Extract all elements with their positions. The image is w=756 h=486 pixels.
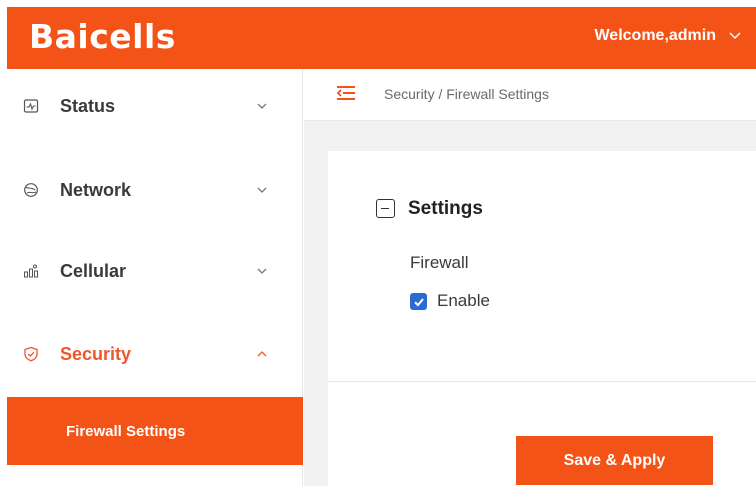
sidebar-item-label: Status	[60, 95, 116, 116]
top-header: Baicells Welcome,admin	[7, 7, 756, 69]
sidebar-item-label: Security	[60, 343, 132, 364]
user-menu[interactable]: Welcome,admin	[594, 27, 742, 45]
shield-check-icon	[23, 346, 39, 362]
breadcrumb: Security / Firewall Settings	[384, 86, 549, 102]
firewall-enable-checkbox[interactable]	[410, 293, 427, 310]
network-globe-icon	[23, 182, 39, 198]
chevron-up-icon	[257, 351, 267, 357]
chevron-down-icon	[729, 32, 741, 40]
save-apply-button[interactable]: Save & Apply	[516, 436, 713, 485]
sidebar-item-network[interactable]: Network	[7, 170, 303, 210]
chevron-down-icon	[257, 268, 267, 274]
sidebar-subitem-firewall-settings[interactable]: Firewall Settings	[7, 397, 303, 465]
status-monitor-icon	[23, 98, 39, 114]
chevron-down-icon	[257, 103, 267, 109]
cellular-tower-icon	[23, 263, 39, 279]
welcome-text: Welcome,admin	[594, 27, 716, 44]
sidebar-item-label: Network	[60, 179, 132, 200]
main-content: Security / Firewall Settings Settings Fi…	[304, 69, 756, 486]
checkmark-icon	[413, 297, 424, 306]
firewall-label: Firewall	[410, 253, 469, 272]
menu-collapse-icon[interactable]	[335, 84, 357, 102]
chevron-down-icon	[257, 187, 267, 193]
sidebar: Status Network Cellular Security Firewal…	[7, 69, 303, 486]
breadcrumb-bar: Security / Firewall Settings	[304, 69, 756, 121]
section-title: Settings	[408, 198, 483, 219]
sidebar-subitem-label: Firewall Settings	[66, 422, 186, 440]
enable-label[interactable]: Enable	[437, 291, 490, 311]
sidebar-item-status[interactable]: Status	[7, 86, 303, 126]
sidebar-item-cellular[interactable]: Cellular	[7, 251, 303, 291]
sidebar-item-security[interactable]: Security	[7, 334, 303, 374]
baicells-logo: Baicells	[29, 17, 176, 56]
collapse-minus-icon[interactable]	[376, 199, 395, 218]
settings-card: Settings Firewall Enable	[328, 151, 756, 381]
sidebar-item-label: Cellular	[60, 260, 127, 281]
